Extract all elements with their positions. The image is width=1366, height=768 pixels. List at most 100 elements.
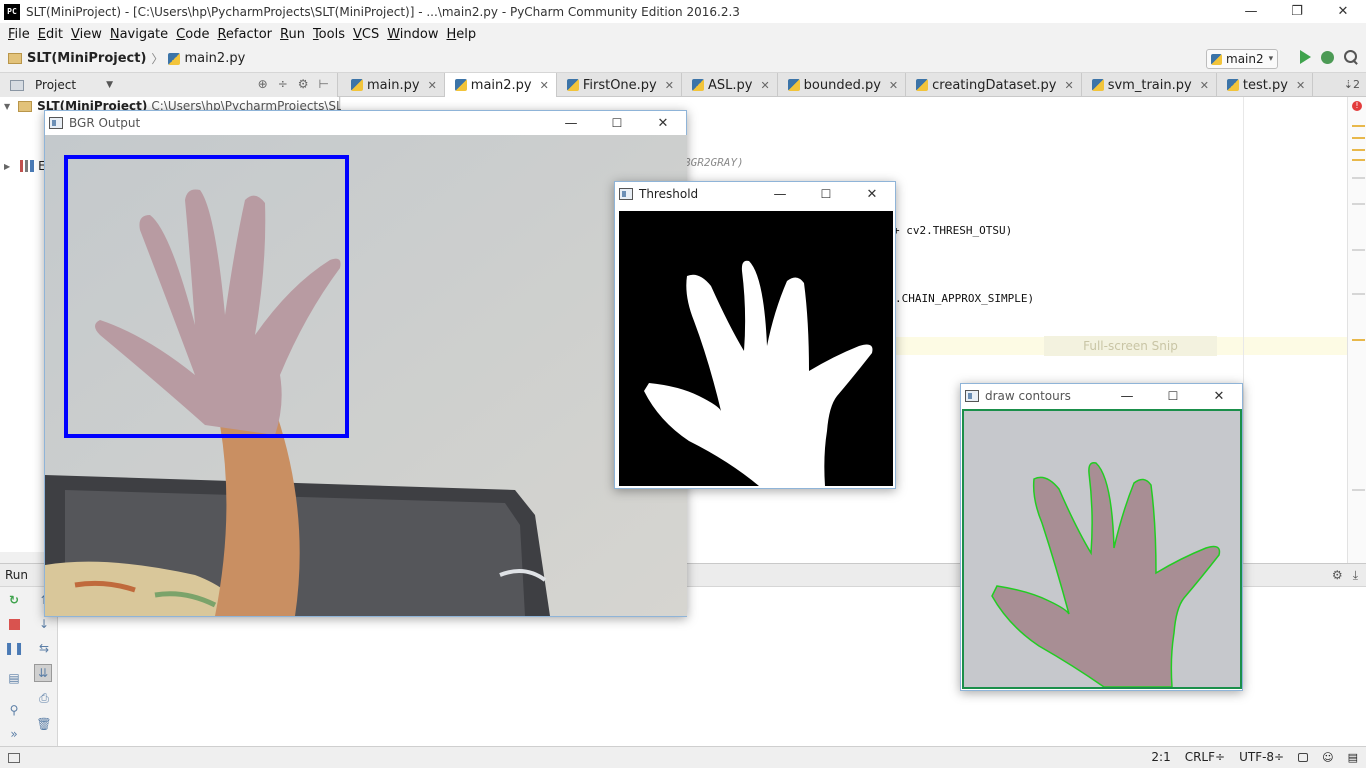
collapse-icon[interactable]: ÷: [278, 77, 288, 91]
gear-icon[interactable]: ⚙: [1332, 568, 1343, 583]
bgr-output-titlebar[interactable]: BGR Output — ☐ ✕: [45, 111, 686, 135]
tab-bounded[interactable]: bounded.py ✕: [778, 73, 907, 97]
warning-marker[interactable]: [1352, 137, 1365, 139]
maximize-button[interactable]: ☐: [594, 111, 640, 135]
gear-icon[interactable]: ⚙: [298, 77, 309, 91]
soft-wrap-icon[interactable]: ⇆: [35, 639, 53, 657]
menu-view[interactable]: View: [67, 27, 106, 42]
expand-arrow-icon[interactable]: ▼: [4, 102, 10, 111]
run-icon[interactable]: [1300, 50, 1311, 64]
menu-vcs[interactable]: VCS: [349, 27, 383, 42]
close-icon[interactable]: ✕: [1296, 79, 1305, 92]
minimize-button[interactable]: —: [548, 111, 594, 135]
maximize-button[interactable]: ☐: [1150, 384, 1196, 408]
tab-main2[interactable]: main2.py ✕: [444, 73, 557, 97]
pause-icon[interactable]: ❚❚: [4, 639, 24, 657]
menu-run[interactable]: Run: [276, 27, 309, 42]
warning-marker[interactable]: [1352, 125, 1365, 127]
draw-contours-window[interactable]: draw contours — ☐ ✕: [960, 383, 1243, 691]
minimize-button[interactable]: —: [757, 182, 803, 206]
close-icon[interactable]: ✕: [1200, 79, 1209, 92]
info-marker[interactable]: [1352, 293, 1365, 295]
draw-contours-titlebar[interactable]: draw contours — ☐ ✕: [961, 384, 1242, 408]
event-log-icon[interactable]: ▤: [1348, 751, 1358, 764]
restore-button[interactable]: ❐: [1274, 0, 1320, 23]
close-icon[interactable]: ✕: [428, 79, 437, 92]
bgr-output-window[interactable]: BGR Output — ☐ ✕: [44, 110, 687, 617]
hide-panel-icon[interactable]: ⊢: [319, 77, 329, 91]
minimize-button[interactable]: —: [1228, 0, 1274, 23]
tab-main[interactable]: main.py ✕: [341, 73, 445, 97]
more-icon[interactable]: »: [5, 725, 23, 743]
close-icon[interactable]: ✕: [1065, 79, 1074, 92]
menu-file[interactable]: File: [4, 27, 34, 42]
close-icon[interactable]: ✕: [665, 79, 674, 92]
tab-creatingdataset[interactable]: creatingDataset.py ✕: [906, 73, 1082, 97]
info-marker[interactable]: [1352, 203, 1365, 205]
pin-icon[interactable]: ⚲: [5, 701, 23, 719]
inspector-icon[interactable]: ☺: [1322, 751, 1333, 764]
lock-icon[interactable]: [1298, 752, 1309, 762]
close-icon[interactable]: ✕: [889, 79, 898, 92]
breadcrumb-file[interactable]: main2.py: [184, 51, 245, 66]
close-button[interactable]: ✕: [1320, 0, 1366, 23]
threshold-titlebar[interactable]: Threshold — ☐ ✕: [615, 182, 895, 206]
search-icon[interactable]: [1344, 50, 1358, 64]
trash-icon[interactable]: 🗑: [35, 715, 53, 733]
warning-marker[interactable]: [1352, 339, 1365, 341]
hide-panel-icon[interactable]: ⤓: [1353, 568, 1358, 583]
warning-marker[interactable]: [1352, 149, 1365, 151]
bgr-output-title: BGR Output: [69, 116, 141, 130]
external-libraries-node[interactable]: ▶ E: [4, 159, 46, 173]
warning-marker[interactable]: [1352, 159, 1365, 161]
down-arrow-icon[interactable]: ↓: [35, 615, 53, 633]
menu-code[interactable]: Code: [172, 27, 213, 42]
project-panel-header[interactable]: Project ▼ ⊕ ÷ ⚙ ⊢: [0, 73, 338, 97]
debug-icon[interactable]: [1321, 50, 1334, 64]
close-button[interactable]: ✕: [1196, 384, 1242, 408]
close-button[interactable]: ✕: [640, 111, 686, 135]
info-marker[interactable]: [1352, 249, 1365, 251]
menu-refactor[interactable]: Refactor: [213, 27, 276, 42]
tab-firstone[interactable]: FirstOne.py ✕: [557, 73, 682, 97]
close-icon[interactable]: ✕: [540, 79, 549, 92]
close-icon[interactable]: ✕: [760, 79, 769, 92]
print-icon[interactable]: ⎙: [35, 689, 53, 707]
menu-edit[interactable]: Edit: [34, 27, 67, 42]
chevron-down-icon[interactable]: ▼: [106, 80, 113, 90]
file-encoding[interactable]: UTF-8÷: [1239, 750, 1284, 764]
threshold-window[interactable]: Threshold — ☐ ✕: [614, 181, 896, 489]
tab-svm-train[interactable]: svm_train.py ✕: [1082, 73, 1217, 97]
run-panel-label[interactable]: Run: [5, 568, 28, 582]
menu-help[interactable]: Help: [443, 27, 481, 42]
tab-overflow-button[interactable]: ⇣2: [1344, 78, 1360, 91]
caret-position[interactable]: 2:1: [1151, 750, 1170, 764]
scroll-to-end-icon[interactable]: ⇊: [34, 664, 52, 682]
menu-tools[interactable]: Tools: [309, 27, 349, 42]
locate-icon[interactable]: ⊕: [258, 77, 268, 91]
collapse-arrow-icon[interactable]: ▶: [4, 162, 10, 171]
run-configuration-select[interactable]: main2 ▾: [1206, 49, 1278, 69]
rerun-icon[interactable]: ↻: [5, 591, 23, 609]
python-file-icon: [787, 79, 800, 91]
threshold-image: [619, 211, 893, 486]
tool-window-toggle-icon[interactable]: [8, 752, 20, 763]
line-separator[interactable]: CRLF÷: [1185, 750, 1225, 764]
maximize-button[interactable]: ☐: [803, 182, 849, 206]
editor-error-stripe[interactable]: !: [1347, 97, 1366, 563]
breadcrumb-project[interactable]: SLT(MiniProject): [27, 51, 146, 66]
menu-window[interactable]: Window: [383, 27, 442, 42]
info-marker[interactable]: [1352, 177, 1365, 179]
layout-icon[interactable]: ▤: [5, 669, 23, 687]
contour-image: [964, 411, 1240, 687]
info-marker[interactable]: [1352, 489, 1365, 491]
tab-asl[interactable]: ASL.py ✕: [682, 73, 778, 97]
minimize-button[interactable]: —: [1104, 384, 1150, 408]
tab-label: main2.py: [470, 77, 532, 93]
tab-label: creatingDataset.py: [932, 77, 1057, 93]
close-button[interactable]: ✕: [849, 182, 895, 206]
stop-icon[interactable]: [5, 615, 23, 633]
error-indicator-icon[interactable]: !: [1352, 101, 1362, 111]
tab-test[interactable]: test.py ✕: [1217, 73, 1314, 97]
menu-navigate[interactable]: Navigate: [106, 27, 172, 42]
